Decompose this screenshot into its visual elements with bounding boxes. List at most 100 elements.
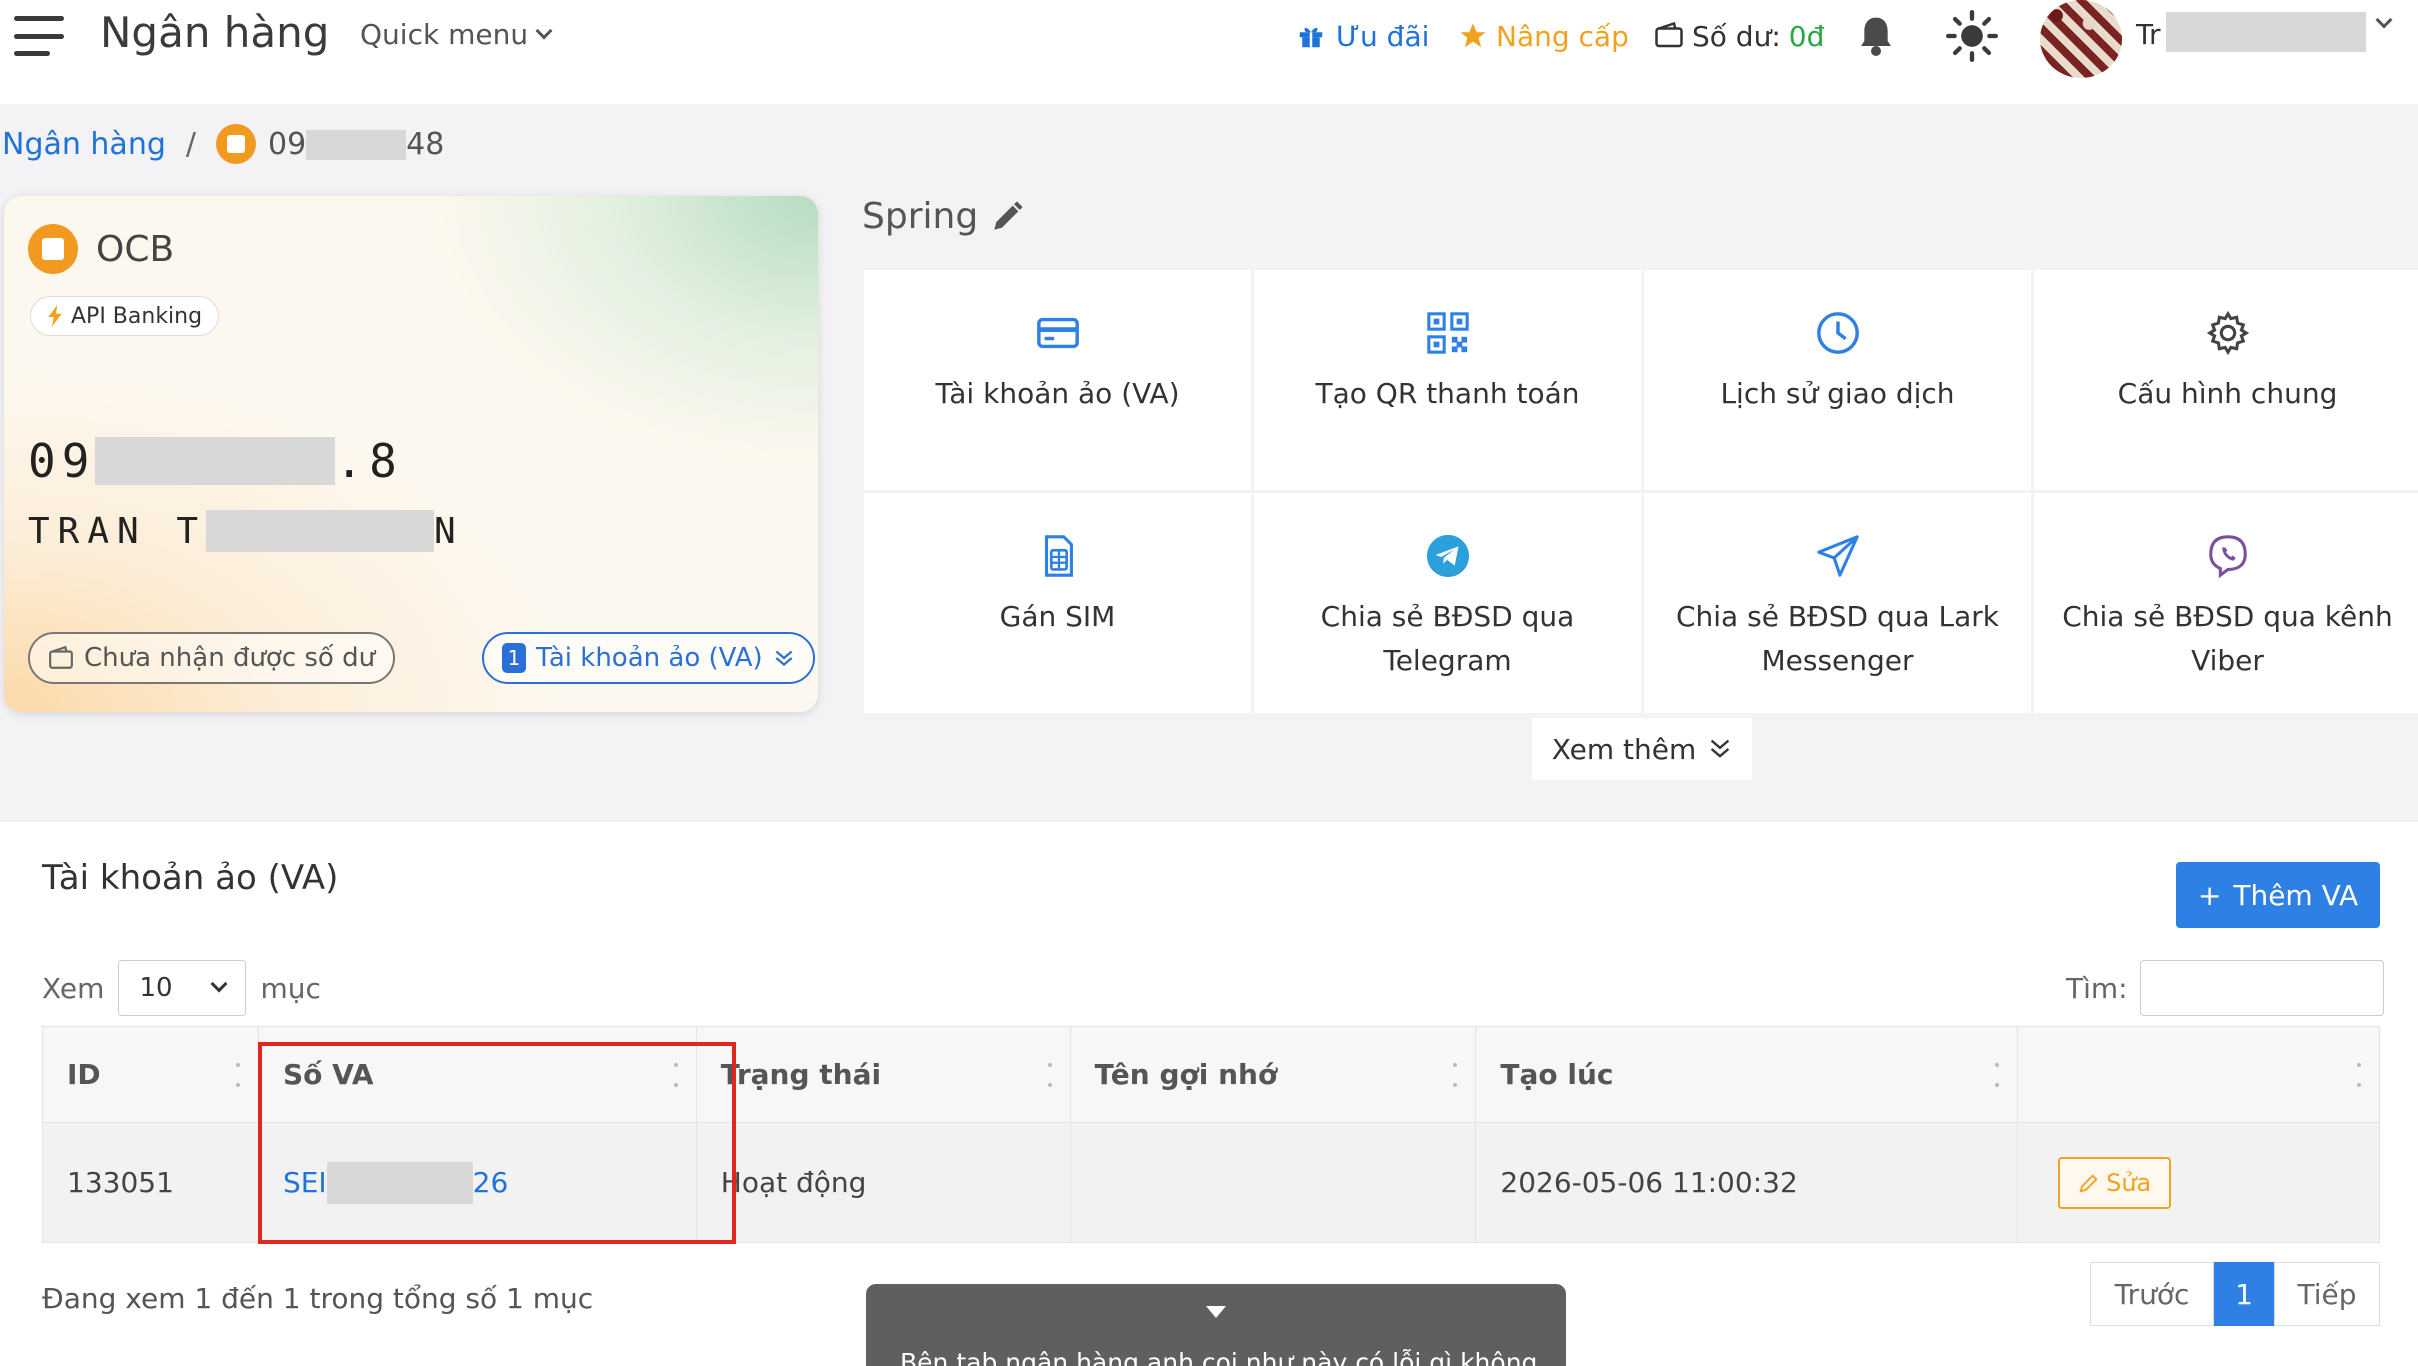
pagination-prev-button[interactable]: Trước — [2090, 1262, 2214, 1326]
see-more-label: Xem thêm — [1551, 732, 1697, 766]
credit-card-icon — [1036, 317, 1079, 349]
sort-icon — [1047, 1063, 1052, 1087]
pagination-page-1[interactable]: 1 — [2214, 1262, 2274, 1326]
see-more-button[interactable]: Xem thêm — [1532, 718, 1752, 780]
top-bar: Ngân hàng Quick menu Ưu đãi Nâng cấp Số … — [0, 0, 2418, 104]
tile-label: Lịch sử giao dịch — [1720, 377, 1955, 410]
cell-va-number: SEI 26 — [257, 1122, 697, 1243]
sim-card-icon — [1044, 535, 1073, 577]
add-va-button[interactable]: + Thêm VA — [2176, 862, 2380, 928]
va-dropdown-label: Tài khoản ảo (VA) — [536, 643, 763, 673]
search-input[interactable] — [2139, 960, 2384, 1016]
card-number-suffix: .8 — [335, 434, 403, 488]
tile-label: Gán SIM — [999, 600, 1116, 633]
redacted-va-number — [326, 1161, 473, 1204]
column-header-created[interactable]: Tạo lúc — [1475, 1026, 2019, 1123]
avatar[interactable] — [2040, 0, 2122, 78]
user-name[interactable]: Tr — [2136, 18, 2161, 51]
va-table: ID Số VA Trạng thái Tên gợi nhớ Tạo lúc … — [42, 1026, 2380, 1243]
tile-create-qr[interactable]: Tạo QR thanh toán — [1254, 270, 1641, 490]
promo-link[interactable]: Ưu đãi — [1296, 14, 1429, 58]
feature-grid: Tài khoản ảo (VA) Tạo QR thanh toán Lịch… — [864, 270, 2418, 714]
api-banking-label: API Banking — [71, 303, 203, 329]
balance-display[interactable]: Số dư: 0đ — [1654, 14, 1824, 58]
app-title[interactable]: Ngân hàng — [100, 8, 329, 57]
qr-code-icon — [1426, 312, 1469, 354]
tile-label: Chia sẻ BĐSD qua Lark Messenger — [1675, 600, 2000, 677]
table-header-row: ID Số VA Trạng thái Tên gợi nhớ Tạo lúc — [42, 1026, 2380, 1123]
entries-label: mục — [260, 971, 321, 1005]
redacted-card-name — [206, 510, 435, 552]
tile-share-telegram[interactable]: Chia sẻ BĐSD qua Telegram — [1254, 493, 1641, 713]
add-va-label: Thêm VA — [2233, 878, 2359, 912]
va-number-link[interactable]: SEI 26 — [283, 1161, 508, 1204]
bolt-icon — [48, 305, 62, 327]
breadcrumb: Ngân hàng / 09 48 — [2, 124, 444, 164]
table-search: Tìm: — [2066, 960, 2384, 1016]
pagination-next-button[interactable]: Tiếp — [2274, 1262, 2380, 1326]
message-text: Bên tab ngân hàng anh coi như này có lỗi… — [900, 1348, 1538, 1366]
tile-assign-sim[interactable]: Gán SIM — [864, 493, 1251, 713]
tile-label: Tài khoản ảo (VA) — [935, 377, 1180, 410]
column-header-id[interactable]: ID — [42, 1026, 259, 1123]
quick-menu-label: Quick menu — [360, 18, 529, 51]
clock-icon — [1816, 312, 1859, 354]
edit-label: Sửa — [2106, 1168, 2152, 1197]
menu-icon[interactable] — [14, 16, 64, 56]
wallet-icon — [49, 646, 73, 669]
redacted-account — [306, 130, 407, 160]
message-popup[interactable]: Bên tab ngân hàng anh coi như này có lỗi… — [866, 1284, 1566, 1366]
ocb-logo-icon — [28, 224, 78, 274]
table-row: 133051 SEI 26 Hoạt động 2026-05-06 11:00:… — [42, 1122, 2380, 1243]
card-name-suffix: N — [434, 510, 464, 552]
column-header-alias[interactable]: Tên gợi nhớ — [1069, 1026, 1477, 1123]
page-size-select[interactable]: 10 — [118, 960, 247, 1016]
balance-value: 0đ — [1788, 19, 1825, 53]
breadcrumb-account: 09 48 — [268, 127, 444, 162]
breadcrumb-root-link[interactable]: Ngân hàng — [2, 127, 166, 162]
va-dropdown-button[interactable]: 1 Tài khoản ảo (VA) — [482, 632, 815, 684]
viber-icon — [2208, 535, 2247, 579]
sort-icon — [673, 1063, 678, 1087]
tile-label: Cấu hình chung — [2117, 377, 2338, 410]
gift-icon — [1299, 27, 1323, 48]
pagination: Trước 1 Tiếp — [2090, 1262, 2380, 1326]
cell-status: Hoạt động — [695, 1122, 1071, 1243]
card-bank-name: OCB — [96, 228, 175, 270]
bank-card: OCB API Banking 09.8 TRAN TN Chưa nhận đ… — [4, 196, 818, 712]
redacted-card-number — [95, 437, 336, 485]
column-header-actions[interactable] — [2017, 1026, 2380, 1123]
user-chevron-down-icon[interactable] — [2375, 11, 2393, 29]
sort-icon — [1995, 1063, 2000, 1087]
tile-label: Chia sẻ BĐSD qua Telegram — [1320, 600, 1575, 677]
tile-share-lark[interactable]: Chia sẻ BĐSD qua Lark Messenger — [1644, 493, 2031, 713]
tile-general-settings[interactable]: Cấu hình chung — [2034, 270, 2418, 490]
ocb-logo-icon — [215, 124, 256, 164]
quick-menu-dropdown[interactable]: Quick menu — [360, 18, 553, 51]
balance-status-button[interactable]: Chưa nhận được số dư — [28, 632, 396, 684]
show-label: Xem — [42, 971, 105, 1005]
card-holder-name: TRAN T N — [28, 510, 464, 552]
column-header-status[interactable]: Trạng thái — [695, 1026, 1071, 1123]
bell-icon[interactable] — [1856, 14, 1896, 58]
tile-share-viber[interactable]: Chia sẻ BĐSD qua kênh Viber — [2034, 493, 2418, 713]
chevron-down-icon — [535, 22, 553, 39]
page-size-control: Xem 10 mục — [42, 960, 321, 1016]
sort-icon — [2357, 1063, 2361, 1087]
page-size-value: 10 — [139, 973, 173, 1003]
column-header-va-number[interactable]: Số VA — [257, 1026, 697, 1123]
search-label: Tìm: — [2066, 971, 2128, 1005]
star-icon — [1460, 23, 1486, 48]
api-banking-badge: API Banking — [30, 296, 220, 336]
table-info: Đang xem 1 đến 1 trong tổng số 1 mục — [42, 1282, 594, 1315]
collapse-arrow-icon[interactable] — [1206, 1306, 1226, 1318]
edit-button[interactable]: Sửa — [2058, 1156, 2172, 1209]
pencil-icon[interactable] — [990, 200, 1024, 234]
double-chevron-down-icon — [775, 650, 793, 667]
sun-icon[interactable] — [1946, 10, 1998, 62]
tile-transaction-history[interactable]: Lịch sử giao dịch — [1644, 270, 2031, 490]
chevron-down-icon — [210, 975, 228, 993]
tile-virtual-accounts[interactable]: Tài khoản ảo (VA) — [864, 270, 1251, 490]
promo-label: Ưu đãi — [1336, 19, 1430, 53]
upgrade-link[interactable]: Nâng cấp — [1458, 14, 1629, 58]
